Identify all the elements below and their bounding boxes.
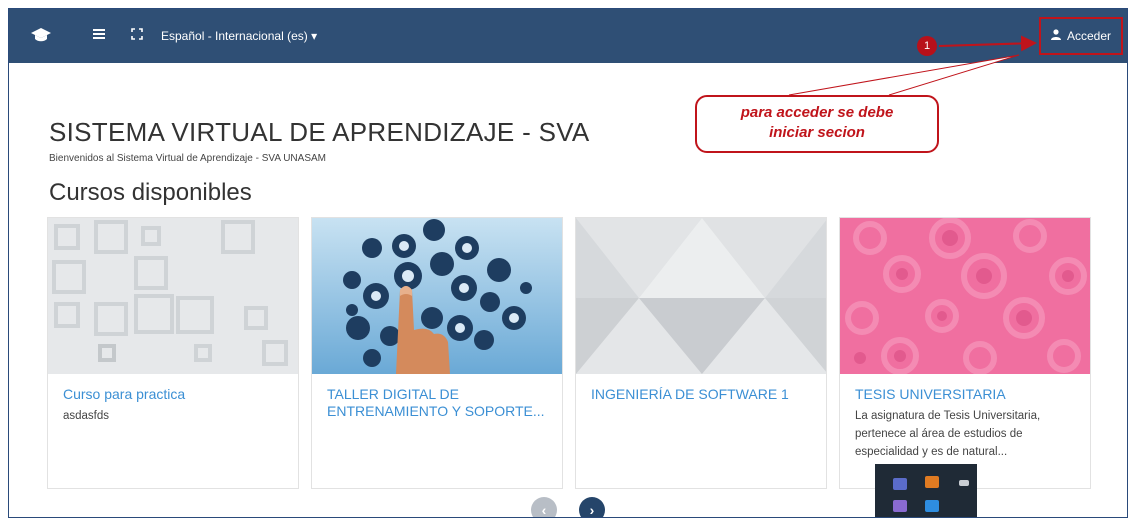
login-label: Acceder xyxy=(1066,29,1112,43)
course-card[interactable]: INGENIERÍA DE SOFTWARE 1 xyxy=(575,217,827,489)
annotation-badge: 1 xyxy=(917,36,937,56)
course-title[interactable]: TESIS UNIVERSITARIA xyxy=(855,386,1075,403)
expand-icon[interactable] xyxy=(131,27,143,45)
callout-line-1: para acceder se debe xyxy=(740,104,894,121)
chevron-left-icon: ‹ xyxy=(541,502,547,518)
annotation-callout: para acceder se debe iniciar secion xyxy=(695,95,939,153)
course-summary: asdasfds xyxy=(63,410,110,422)
language-selector[interactable]: Español - Internacional (es) ▾ xyxy=(161,29,317,43)
hamburger-menu-icon[interactable] xyxy=(93,27,105,45)
app-icon[interactable] xyxy=(893,500,907,512)
login-button[interactable]: Acceder xyxy=(1039,17,1123,55)
app-icon[interactable] xyxy=(925,500,939,512)
course-title[interactable]: Curso para practica xyxy=(63,386,283,403)
course-image-gray-triangles[interactable] xyxy=(576,218,826,374)
graduation-cap-icon[interactable] xyxy=(31,27,51,48)
user-icon xyxy=(1050,29,1061,43)
course-image-gray-squares[interactable] xyxy=(48,218,298,374)
app-icon[interactable] xyxy=(959,480,969,486)
course-image-pink-circles[interactable] xyxy=(840,218,1090,374)
course-summary: La asignatura de Tesis Universitaria, pe… xyxy=(855,410,1041,458)
course-card[interactable]: TESIS UNIVERSITARIA La asignatura de Tes… xyxy=(839,217,1091,489)
course-image-social-media[interactable] xyxy=(312,218,562,374)
course-card[interactable]: TALLER DIGITAL DE ENTRENAMIENTO Y SOPORT… xyxy=(311,217,563,489)
next-page-button[interactable]: › xyxy=(579,497,605,518)
prev-page-button[interactable]: ‹ xyxy=(531,497,557,518)
chevron-right-icon: › xyxy=(589,502,595,518)
course-card[interactable]: Curso para practica asdasfds xyxy=(47,217,299,489)
course-title[interactable]: INGENIERÍA DE SOFTWARE 1 xyxy=(591,386,811,403)
section-title: Cursos disponibles xyxy=(49,179,252,206)
callout-line-2: iniciar secion xyxy=(769,124,865,141)
page-title: SISTEMA VIRTUAL DE APRENDIZAJE - SVA xyxy=(49,117,590,147)
top-navbar: Español - Internacional (es) ▾ Acceder xyxy=(9,9,1127,63)
browser-frame: Español - Internacional (es) ▾ Acceder 1… xyxy=(8,8,1128,518)
app-icon[interactable] xyxy=(893,478,907,490)
course-title[interactable]: TALLER DIGITAL DE ENTRENAMIENTO Y SOPORT… xyxy=(327,386,547,420)
page-subtitle: Bienvenidos al Sistema Virtual de Aprend… xyxy=(49,153,326,164)
app-icon[interactable] xyxy=(925,476,939,488)
system-tray-popup xyxy=(875,464,977,517)
